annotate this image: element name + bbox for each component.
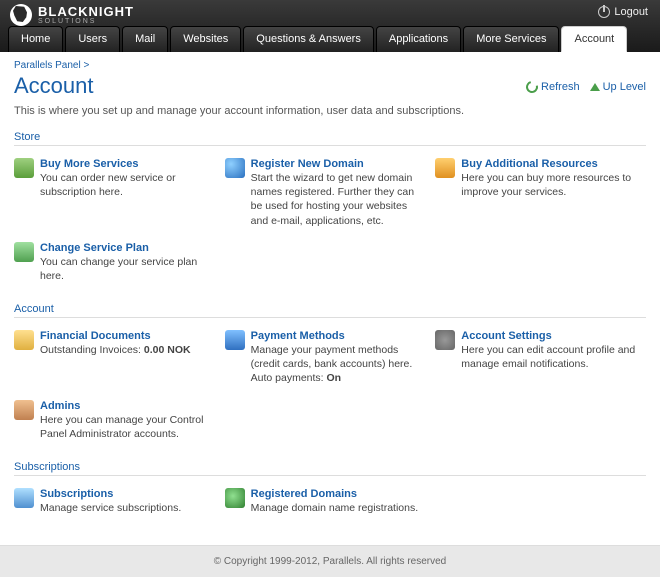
refresh-icon — [524, 79, 540, 95]
card-register-new-domain: Register New DomainStart the wizard to g… — [225, 154, 436, 238]
change-service-plan-icon — [14, 242, 34, 262]
nav-tab-questions-answers[interactable]: Questions & Answers — [243, 26, 374, 52]
brand-icon — [10, 4, 32, 26]
section-title: Subscriptions — [14, 461, 646, 473]
register-new-domain-icon — [225, 158, 245, 178]
footer: © Copyright 1999-2012, Parallels. All ri… — [0, 545, 660, 577]
card-change-service-plan: Change Service PlanYou can change your s… — [14, 238, 225, 293]
admins-link[interactable]: Admins — [40, 400, 217, 412]
nav-tab-applications[interactable]: Applications — [376, 26, 461, 52]
up-arrow-icon — [590, 83, 600, 91]
card-admins: AdminsHere you can manage your Control P… — [14, 396, 225, 451]
payment-methods-icon — [225, 330, 245, 350]
breadcrumb: Parallels Panel > — [14, 60, 646, 71]
nav-tab-account[interactable]: Account — [561, 26, 627, 52]
subscriptions-icon — [14, 488, 34, 508]
account-settings-desc: Here you can edit account profile and ma… — [461, 343, 638, 371]
card-subscriptions: SubscriptionsManage service subscription… — [14, 484, 225, 525]
buy-more-services-link[interactable]: Buy More Services — [40, 158, 217, 170]
nav-tab-more-services[interactable]: More Services — [463, 26, 559, 52]
registered-domains-desc: Manage domain name registrations. — [251, 501, 428, 515]
section-divider — [14, 145, 646, 146]
nav-tab-home[interactable]: Home — [8, 26, 63, 52]
nav-tab-websites[interactable]: Websites — [170, 26, 241, 52]
content: Parallels Panel > Account Refresh Up Lev… — [0, 52, 660, 545]
subscriptions-link[interactable]: Subscriptions — [40, 488, 217, 500]
register-new-domain-desc: Start the wizard to get new domain names… — [251, 171, 428, 228]
payment-methods-desc: Manage your payment methods (credit card… — [251, 343, 428, 386]
main-nav: HomeUsersMailWebsitesQuestions & Answers… — [8, 26, 627, 52]
financial-documents-desc: Outstanding Invoices: 0.00 NOK — [40, 343, 217, 357]
header: BLACKNIGHT SOLUTIONS Logout HomeUsersMai… — [0, 0, 660, 52]
account-settings-icon — [435, 330, 455, 350]
section-grid: Financial DocumentsOutstanding Invoices:… — [14, 326, 646, 451]
change-service-plan-desc: You can change your service plan here. — [40, 255, 217, 283]
page-title: Account — [14, 73, 94, 99]
breadcrumb-sep: > — [84, 60, 90, 71]
registered-domains-link[interactable]: Registered Domains — [251, 488, 428, 500]
card-financial-documents: Financial DocumentsOutstanding Invoices:… — [14, 326, 225, 396]
section-title: Store — [14, 131, 646, 143]
section-grid: SubscriptionsManage service subscription… — [14, 484, 646, 525]
registered-domains-icon — [225, 488, 245, 508]
card-buy-additional-resources: Buy Additional ResourcesHere you can buy… — [435, 154, 646, 238]
financial-documents-icon — [14, 330, 34, 350]
logout-link[interactable]: Logout — [598, 6, 648, 18]
card-payment-methods: Payment MethodsManage your payment metho… — [225, 326, 436, 396]
subscriptions-desc: Manage service subscriptions. — [40, 501, 217, 515]
register-new-domain-link[interactable]: Register New Domain — [251, 158, 428, 170]
breadcrumb-item[interactable]: Parallels Panel — [14, 60, 81, 71]
card-account-settings: Account SettingsHere you can edit accoun… — [435, 326, 646, 396]
financial-documents-link[interactable]: Financial Documents — [40, 330, 217, 342]
section-grid: Buy More ServicesYou can order new servi… — [14, 154, 646, 293]
buy-additional-resources-link[interactable]: Buy Additional Resources — [461, 158, 638, 170]
buy-additional-resources-desc: Here you can buy more resources to impro… — [461, 171, 638, 199]
card-registered-domains: Registered DomainsManage domain name reg… — [225, 484, 436, 525]
buy-additional-resources-icon — [435, 158, 455, 178]
up-level-button[interactable]: Up Level — [590, 81, 646, 93]
nav-tab-users[interactable]: Users — [65, 26, 120, 52]
page-intro: This is where you set up and manage your… — [14, 105, 646, 117]
account-settings-link[interactable]: Account Settings — [461, 330, 638, 342]
change-service-plan-link[interactable]: Change Service Plan — [40, 242, 217, 254]
power-icon — [598, 6, 610, 18]
logout-label: Logout — [614, 6, 648, 18]
section-divider — [14, 317, 646, 318]
nav-tab-mail[interactable]: Mail — [122, 26, 168, 52]
admins-desc: Here you can manage your Control Panel A… — [40, 413, 217, 441]
payment-methods-link[interactable]: Payment Methods — [251, 330, 428, 342]
card-buy-more-services: Buy More ServicesYou can order new servi… — [14, 154, 225, 238]
brand-name: BLACKNIGHT — [38, 5, 134, 18]
brand-sub: SOLUTIONS — [38, 18, 134, 25]
refresh-button[interactable]: Refresh — [526, 81, 580, 93]
section-divider — [14, 475, 646, 476]
page-actions: Refresh Up Level — [526, 81, 646, 93]
buy-more-services-desc: You can order new service or subscriptio… — [40, 171, 217, 199]
buy-more-services-icon — [14, 158, 34, 178]
section-title: Account — [14, 303, 646, 315]
admins-icon — [14, 400, 34, 420]
